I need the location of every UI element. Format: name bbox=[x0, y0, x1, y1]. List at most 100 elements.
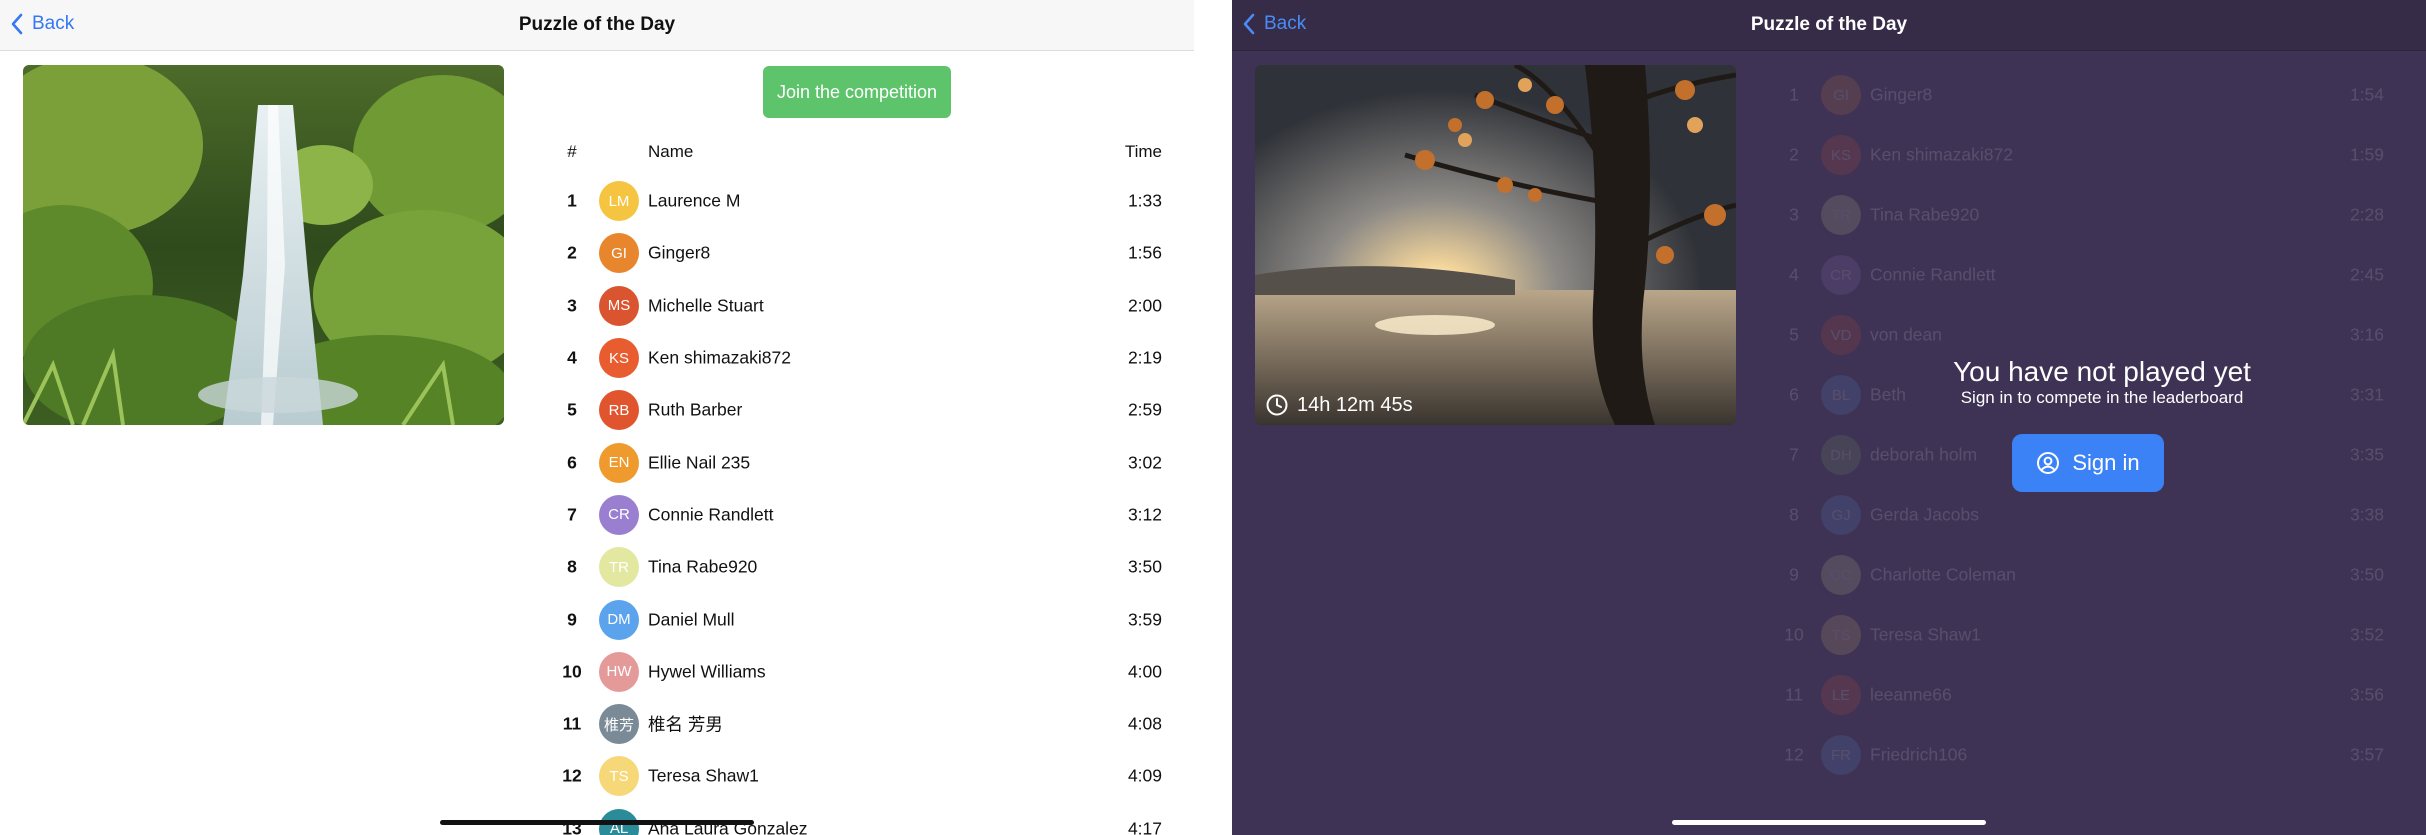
player-time: 1:59 bbox=[2349, 144, 2384, 165]
avatar: TR bbox=[599, 547, 639, 588]
rank-number: 8 bbox=[567, 556, 577, 577]
leaderboard-row[interactable]: 3 TR Tina Rabe920 2:28 bbox=[1770, 185, 2390, 245]
dark-screen: Back Puzzle of the Day 14h 12m 45s 1 GI … bbox=[1232, 0, 2426, 835]
player-time: 4:17 bbox=[1127, 818, 1162, 835]
leaderboard-row[interactable]: 12 TS Teresa Shaw1 4:09 bbox=[548, 750, 1168, 802]
home-indicator[interactable] bbox=[1672, 820, 1986, 825]
leaderboard-row[interactable]: 4 KS Ken shimazaki872 2:19 bbox=[548, 332, 1168, 384]
puzzle-image[interactable] bbox=[23, 65, 504, 425]
name-column-header: Name bbox=[648, 142, 694, 161]
player-time: 2:19 bbox=[1127, 347, 1162, 368]
player-time: 1:33 bbox=[1127, 190, 1162, 211]
player-name: Connie Randlett bbox=[648, 504, 774, 525]
player-time: 1:56 bbox=[1127, 242, 1162, 263]
player-name: Hywel Williams bbox=[648, 661, 766, 682]
avatar: DM bbox=[599, 599, 639, 640]
player-time: 3:57 bbox=[2349, 744, 2384, 765]
player-name: Ginger8 bbox=[648, 242, 711, 263]
rank-number: 9 bbox=[567, 609, 577, 630]
player-time: 3:50 bbox=[1127, 556, 1162, 577]
time-column-header: Time bbox=[1124, 142, 1162, 161]
leaderboard-row[interactable]: 5 RB Ruth Barber 2:59 bbox=[548, 384, 1168, 436]
rank-number: 1 bbox=[567, 190, 577, 211]
leaderboard-row[interactable]: 6 EN Ellie Nail 235 3:02 bbox=[548, 436, 1168, 488]
avatar: CR bbox=[599, 494, 639, 535]
leaderboard-row[interactable]: 10 HW Hywel Williams 4:00 bbox=[548, 646, 1168, 698]
avatar: FR bbox=[1821, 735, 1861, 775]
player-time: 2:59 bbox=[1127, 399, 1162, 420]
player-name: Ginger8 bbox=[1870, 84, 1933, 105]
player-time: 3:59 bbox=[1127, 609, 1162, 630]
rank-number: 12 bbox=[562, 765, 582, 786]
avatar: MS bbox=[599, 285, 639, 326]
leaderboard-row[interactable]: 8 GJ Gerda Jacobs 3:38 bbox=[1770, 485, 2390, 545]
leaderboard-row[interactable]: 2 KS Ken shimazaki872 1:59 bbox=[1770, 125, 2390, 185]
leaderboard-row[interactable]: 10 TS Teresa Shaw1 3:52 bbox=[1770, 605, 2390, 665]
player-time: 4:00 bbox=[1127, 661, 1162, 682]
rank-number: 1 bbox=[1789, 84, 1799, 105]
leaderboard-row[interactable]: 2 GI Ginger8 1:56 bbox=[548, 227, 1168, 279]
sign-in-button[interactable]: Sign in bbox=[2012, 434, 2164, 492]
rank-number: 11 bbox=[1784, 684, 1804, 705]
player-name: Connie Randlett bbox=[1870, 264, 1996, 285]
player-time: 3:56 bbox=[2349, 684, 2384, 705]
puzzle-image[interactable]: 14h 12m 45s bbox=[1255, 65, 1736, 425]
player-time: 3:16 bbox=[2349, 324, 2384, 345]
leaderboard-row[interactable]: 4 CR Connie Randlett 2:45 bbox=[1770, 245, 2390, 305]
not-played-message: You have not played yet Sign in to compe… bbox=[1792, 356, 2412, 408]
message-subtitle: Sign in to compete in the leaderboard bbox=[1960, 388, 2244, 407]
leaderboard-row[interactable]: 7 CR Connie Randlett 3:12 bbox=[548, 489, 1168, 541]
nav-bar: Back Puzzle of the Day bbox=[0, 0, 1194, 51]
leaderboard-row[interactable]: 11 椎芳 椎名 芳男 4:08 bbox=[548, 698, 1168, 750]
avatar: KS bbox=[599, 338, 639, 379]
nav-bar: Back Puzzle of the Day bbox=[1232, 0, 2426, 51]
rank-number: 4 bbox=[567, 347, 577, 368]
leaderboard-row[interactable]: 9 DM Daniel Mull 3:59 bbox=[548, 593, 1168, 645]
rank-column-header: # bbox=[567, 142, 577, 161]
player-name: Gerda Jacobs bbox=[1870, 504, 1979, 525]
leaderboard-row[interactable]: 9 CC Charlotte Coleman 3:50 bbox=[1770, 545, 2390, 605]
player-name: Tina Rabe920 bbox=[1870, 204, 1980, 225]
person-circle-icon bbox=[2037, 452, 2060, 474]
home-indicator[interactable] bbox=[440, 820, 754, 825]
leaderboard-row[interactable]: 8 TR Tina Rabe920 3:50 bbox=[548, 541, 1168, 593]
leaderboard-row[interactable]: 13 AL Ana Laura Gonzalez 4:17 bbox=[548, 803, 1168, 835]
message-title: You have not played yet bbox=[1953, 356, 2251, 387]
leaderboard-row[interactable]: 1 GI Ginger8 1:54 bbox=[1770, 65, 2390, 125]
rank-number: 12 bbox=[1784, 744, 1804, 765]
rank-number: 2 bbox=[1789, 144, 1799, 165]
player-time: 3:02 bbox=[1127, 452, 1162, 473]
player-name: Ellie Nail 235 bbox=[648, 452, 751, 473]
page-title: Puzzle of the Day bbox=[518, 14, 676, 35]
avatar: VD bbox=[1821, 315, 1861, 355]
leaderboard-row[interactable]: 3 MS Michelle Stuart 2:00 bbox=[548, 280, 1168, 332]
avatar: TR bbox=[1821, 195, 1861, 235]
avatar: KS bbox=[1821, 135, 1861, 175]
avatar: GI bbox=[599, 233, 639, 274]
player-name: Michelle Stuart bbox=[648, 295, 764, 316]
light-screen: Back Puzzle of the Day Join the competit… bbox=[0, 0, 1194, 835]
avatar: CC bbox=[1821, 555, 1861, 595]
timer-icon bbox=[1266, 394, 1288, 416]
avatar: 椎芳 bbox=[599, 704, 639, 745]
timer-value: 14h 12m 45s bbox=[1297, 393, 1413, 416]
countdown-timer: 14h 12m 45s bbox=[1265, 393, 1413, 417]
player-name: 椎名 芳男 bbox=[648, 714, 723, 735]
player-time: 3:52 bbox=[2349, 624, 2384, 645]
leaderboard-list[interactable]: 1 LM Laurence M 1:33 2 GI Ginger8 1:56 3 MS Michel… bbox=[548, 175, 1168, 835]
waterfall-image bbox=[23, 65, 504, 425]
join-competition-button[interactable]: Join the competition bbox=[763, 66, 951, 118]
rank-number: 8 bbox=[1789, 504, 1799, 525]
avatar: HW bbox=[599, 651, 639, 692]
player-name: deborah holm bbox=[1870, 444, 1978, 465]
leaderboard-row[interactable]: 11 LE leeanne66 3:56 bbox=[1770, 665, 2390, 725]
avatar: RB bbox=[599, 390, 639, 431]
player-name: Daniel Mull bbox=[648, 609, 735, 630]
leaderboard-list-dimmed: 1 GI Ginger8 1:54 2 KS Ken shimazaki872 1:59 3 TR… bbox=[1770, 65, 2390, 785]
player-time: 3:38 bbox=[2349, 504, 2384, 525]
leaderboard-row[interactable]: 1 LM Laurence M 1:33 bbox=[548, 175, 1168, 227]
rank-number: 4 bbox=[1789, 264, 1799, 285]
avatar: CR bbox=[1821, 255, 1861, 295]
avatar: GJ bbox=[1821, 495, 1861, 535]
leaderboard-row[interactable]: 12 FR Friedrich106 3:57 bbox=[1770, 725, 2390, 785]
